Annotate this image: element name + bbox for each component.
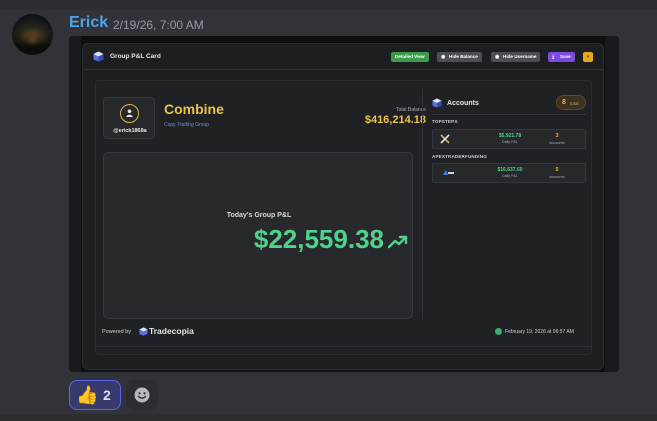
firm-daily-pnl: $5,921.78: [498, 133, 522, 139]
pnl-panel: Today's Group P&L $22,559.38: [103, 152, 413, 319]
accounts-title: Accounts: [447, 100, 479, 107]
bottom-divider: [0, 414, 657, 421]
top-divider: [0, 0, 657, 10]
thumbs-up-reaction[interactable]: 👍 2: [69, 380, 121, 410]
total-balance-label: Total Balance: [395, 107, 426, 113]
eye-icon: ◉: [495, 54, 500, 60]
accounts-total-label: total: [570, 101, 579, 106]
card-body: @erick1868a Combine Copy Trading Group T…: [95, 80, 592, 355]
close-button[interactable]: ×: [583, 52, 593, 62]
check-icon: [495, 328, 502, 335]
thumbs-up-icon: 👍: [76, 385, 99, 405]
image-edge-right: [605, 36, 619, 372]
author-avatar[interactable]: [12, 14, 53, 55]
download-icon: ⤓: [552, 54, 555, 60]
firm-daily-pnl: $16,637.60: [497, 167, 523, 173]
card-header: Group P&L Card Detailed View ◉ Hide Bala…: [83, 44, 603, 70]
firm-daily-pnl-label: Daily P&L: [502, 174, 518, 178]
firm-account-label: accounts: [549, 141, 565, 145]
card-date: February 19, 2026 at 06:57 AM: [505, 329, 574, 335]
hide-balance-label: Hide Balance: [449, 54, 478, 59]
cube-icon: [432, 98, 442, 108]
user-icon: [120, 104, 139, 123]
save-button[interactable]: ⤓ Save: [548, 52, 575, 62]
detailed-view-button[interactable]: Detailed View: [391, 52, 429, 62]
author-name[interactable]: Erick: [69, 14, 108, 32]
eye-icon: ◉: [441, 54, 446, 60]
tradecopia-logo-icon: [139, 327, 148, 336]
reaction-count: 2: [103, 387, 111, 403]
accounts-total-count: 8: [562, 99, 566, 106]
accounts-divider: [432, 114, 586, 115]
add-reaction-button[interactable]: [126, 380, 158, 410]
pnl-value: $22,559.38: [253, 224, 384, 254]
smiley-icon: [134, 387, 150, 403]
apex-logo: [443, 170, 454, 175]
firm-name-topstepx: TOPSTEPX: [432, 119, 458, 124]
card-footer: Powered by Tradecopia February 19, 2026 …: [95, 326, 592, 340]
save-label: Save: [560, 54, 571, 59]
trend-up-icon: [388, 235, 408, 249]
group-subtitle: Copy Trading Group: [164, 122, 210, 128]
firm-name-apex: APEXTRADERFUNDING: [432, 154, 487, 159]
hide-balance-button[interactable]: ◉ Hide Balance: [437, 52, 482, 62]
hide-username-label: Hide Username: [503, 54, 537, 59]
firm-account-count: 5: [555, 167, 559, 173]
total-balance-value: $416,214.18: [364, 114, 426, 126]
powered-by-label: Powered by: [102, 329, 132, 335]
firm-daily-pnl-label: Daily P&L: [502, 140, 518, 144]
message-timestamp[interactable]: 2/19/26, 7:00 AM: [113, 18, 204, 32]
topstepx-logo: [440, 134, 450, 144]
profile-handle: @erick1868a: [113, 128, 147, 134]
firm-row-apex: $16,637.60 Daily P&L 5 accounts: [432, 163, 586, 183]
accounts-total-badge: 8 total: [556, 95, 586, 110]
avatar-silhouette: [12, 33, 53, 55]
pnl-label: Today's Group P&L: [226, 212, 292, 219]
column-divider: [422, 89, 423, 319]
brand-name: Tradecopia: [149, 326, 194, 336]
image-edge-left: [69, 36, 81, 372]
group-pnl-card: Group P&L Card Detailed View ◉ Hide Bala…: [82, 43, 604, 370]
card-title: Group P&L Card: [110, 53, 161, 60]
firm-account-count: 3: [555, 133, 559, 139]
cube-icon: [93, 51, 104, 62]
profile-badge: @erick1868a: [103, 97, 155, 139]
embedded-image[interactable]: Group P&L Card Detailed View ◉ Hide Bala…: [69, 36, 619, 372]
firm-account-label: accounts: [549, 175, 565, 179]
group-name: Combine: [164, 101, 224, 117]
hide-username-button[interactable]: ◉ Hide Username: [491, 52, 541, 62]
footer-divider: [95, 346, 592, 347]
firm-row-topstepx: $5,921.78 Daily P&L 3 accounts: [432, 129, 586, 149]
